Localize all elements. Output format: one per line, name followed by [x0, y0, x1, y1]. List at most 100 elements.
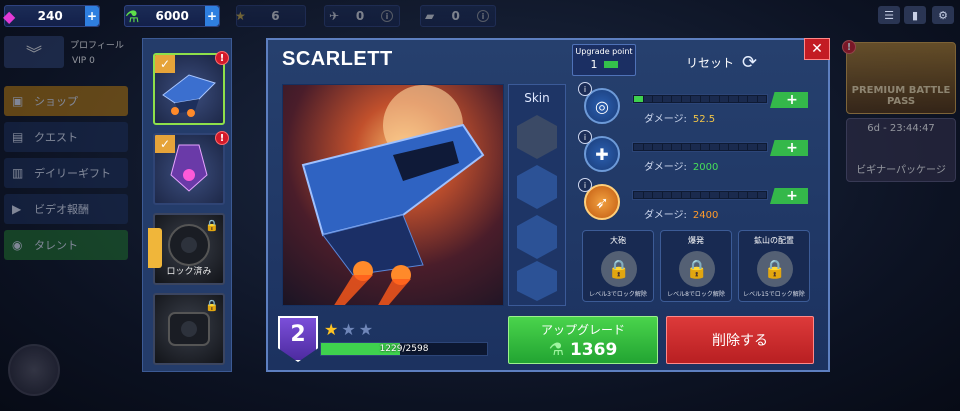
menu-item-quest[interactable]: ▤ クエスト	[4, 122, 128, 152]
padlock-icon: 🔒	[679, 251, 715, 287]
close-button[interactable]: ✕	[804, 38, 830, 60]
upgrade-label: アップグレード	[540, 323, 625, 337]
bar-segment	[729, 144, 738, 150]
energy-bottle-icon: ⚗	[125, 6, 140, 26]
gem-icon: ◆	[3, 6, 16, 26]
upgrade-cost: 1369	[569, 340, 618, 360]
ticket-value: 0	[355, 9, 365, 23]
bar-segment	[643, 192, 652, 198]
bar-segment	[729, 192, 738, 198]
menu-item-label: クエスト	[34, 131, 78, 144]
upgrade-point-value: 1	[590, 58, 598, 71]
alert-badge: !	[215, 131, 229, 145]
unlock-requirement: レベル15でロック解除	[743, 291, 805, 298]
damage-value: 2000	[692, 162, 719, 173]
info-icon[interactable]: i	[381, 10, 393, 22]
upgrade-point-bar	[603, 61, 618, 68]
book-value: 0	[451, 9, 460, 23]
locked-skill-cannon[interactable]: 大砲 🔒 レベル3でロック解除	[582, 230, 654, 302]
skill-damage: ダメージ: 2000	[644, 158, 718, 173]
locked-skill-title: 鉱山の配置	[754, 236, 794, 245]
bar-segment	[653, 192, 662, 198]
skin-label: Skin	[524, 91, 550, 105]
beginner-pack-card[interactable]: 6d - 23:44:47 ビギナーパッケージ	[846, 118, 956, 182]
offer-timer: 6d - 23:44:47	[867, 123, 935, 134]
hero-slot-2[interactable]: ✓	[153, 133, 225, 205]
skill-upgrade-plus-button[interactable]: +	[770, 140, 808, 156]
locked-skill-mine-placement[interactable]: 鉱山の配置 🔒 レベル15でロック解除	[738, 230, 810, 302]
bar-segment	[738, 192, 747, 198]
menu-item-label: ショップ	[34, 95, 78, 108]
menu-item-label: タレント	[34, 239, 78, 252]
skin-option[interactable]	[517, 165, 557, 209]
plane-icon: ✈	[329, 9, 340, 23]
locked-skill-explosion[interactable]: 爆発 🔒 レベル8でロック解除	[660, 230, 732, 302]
bar-segment	[700, 144, 709, 150]
energy-bottle-icon: ⚗	[548, 340, 564, 360]
reset-button[interactable]: リセット ⟳	[686, 52, 757, 73]
skill-upgrade-plus-button[interactable]: +	[770, 188, 808, 204]
info-icon[interactable]: i	[578, 130, 592, 144]
delete-label: 削除する	[712, 333, 768, 349]
settings-gear-icon[interactable]: ⚙	[932, 6, 954, 24]
upgrade-button[interactable]: アップグレード ⚗ 1369	[508, 316, 658, 364]
battle-pass-card[interactable]: PREMIUM BATTLE PASS	[846, 42, 956, 114]
bar-segment	[672, 96, 681, 102]
spaceship-image	[301, 85, 485, 305]
star-counter: ★ 6	[235, 5, 306, 27]
bar-segment	[757, 192, 766, 198]
bar-segment	[748, 144, 757, 150]
add-gems-button[interactable]: +	[85, 6, 99, 26]
info-icon[interactable]: i	[578, 178, 592, 192]
skill-upgrade-plus-button[interactable]: +	[770, 92, 808, 108]
delete-button[interactable]: 削除する	[666, 316, 814, 364]
shop-icon: ▣	[12, 94, 24, 108]
refresh-icon: ⟳	[742, 52, 758, 73]
skill-damage: ダメージ: 52.5	[644, 110, 715, 125]
info-icon[interactable]: i	[578, 82, 592, 96]
avatar[interactable]	[8, 344, 60, 396]
hero-slot-locked-2[interactable]: 🔒	[153, 293, 225, 365]
hero-portrait	[282, 84, 504, 306]
bar-segment	[662, 144, 671, 150]
alert-badge: !	[842, 40, 856, 54]
menu-item-daily-gift[interactable]: ▥ デイリーギフト	[4, 158, 128, 188]
locked-label: ロック済み	[166, 267, 212, 277]
bar-segment	[653, 144, 662, 150]
level-badge: 2	[278, 316, 318, 362]
profile-chevron-button[interactable]: ︾	[4, 36, 64, 68]
hero-slot-scarlett[interactable]: ✓	[153, 53, 225, 125]
menu-item-talent[interactable]: ◉ タレント	[4, 230, 128, 260]
bar-segment	[672, 192, 681, 198]
bar-segment	[643, 96, 652, 102]
gem-value: 240	[37, 9, 63, 23]
bar-segment	[700, 192, 709, 198]
bar-segment	[719, 144, 728, 150]
gem-counter: ◆ 240 +	[3, 5, 100, 27]
skin-option-current[interactable]	[517, 115, 557, 159]
xp-text: 1229/2598	[379, 344, 429, 354]
star-icon: ★	[235, 9, 246, 23]
hero-name: SCARLETT	[282, 48, 393, 70]
battle-pass-label: PREMIUM BATTLE PASS	[851, 85, 951, 107]
menu-item-shop[interactable]: ▣ ショップ	[4, 86, 128, 116]
damage-label: ダメージ:	[644, 114, 687, 125]
star-value: 6	[271, 9, 280, 23]
menu-item-video-reward[interactable]: ▶ ビデオ報酬	[4, 194, 128, 224]
hero-slot-locked[interactable]: 🔒 ロック済み	[153, 213, 225, 285]
bar-segment	[719, 96, 728, 102]
stats-icon[interactable]: ▮	[904, 6, 926, 24]
collapse-tab[interactable]	[148, 228, 162, 268]
info-icon[interactable]: i	[477, 10, 489, 22]
hero-selector: ✓ ! ✓ ! 🔒 ロック済み 🔒	[142, 38, 232, 372]
menu-icon[interactable]: ☰	[878, 6, 900, 24]
damage-label: ダメージ:	[644, 210, 687, 221]
star-rating: ★★★	[324, 320, 376, 339]
skin-option[interactable]	[517, 261, 557, 301]
damage-value: 52.5	[692, 114, 716, 125]
bar-segment	[748, 192, 757, 198]
skill-row-2: ✚ i + ダメージ: 2000	[578, 130, 810, 173]
add-energy-button[interactable]: +	[205, 6, 219, 26]
vip-level: VIP 0	[72, 56, 95, 66]
skin-option[interactable]	[517, 215, 557, 259]
